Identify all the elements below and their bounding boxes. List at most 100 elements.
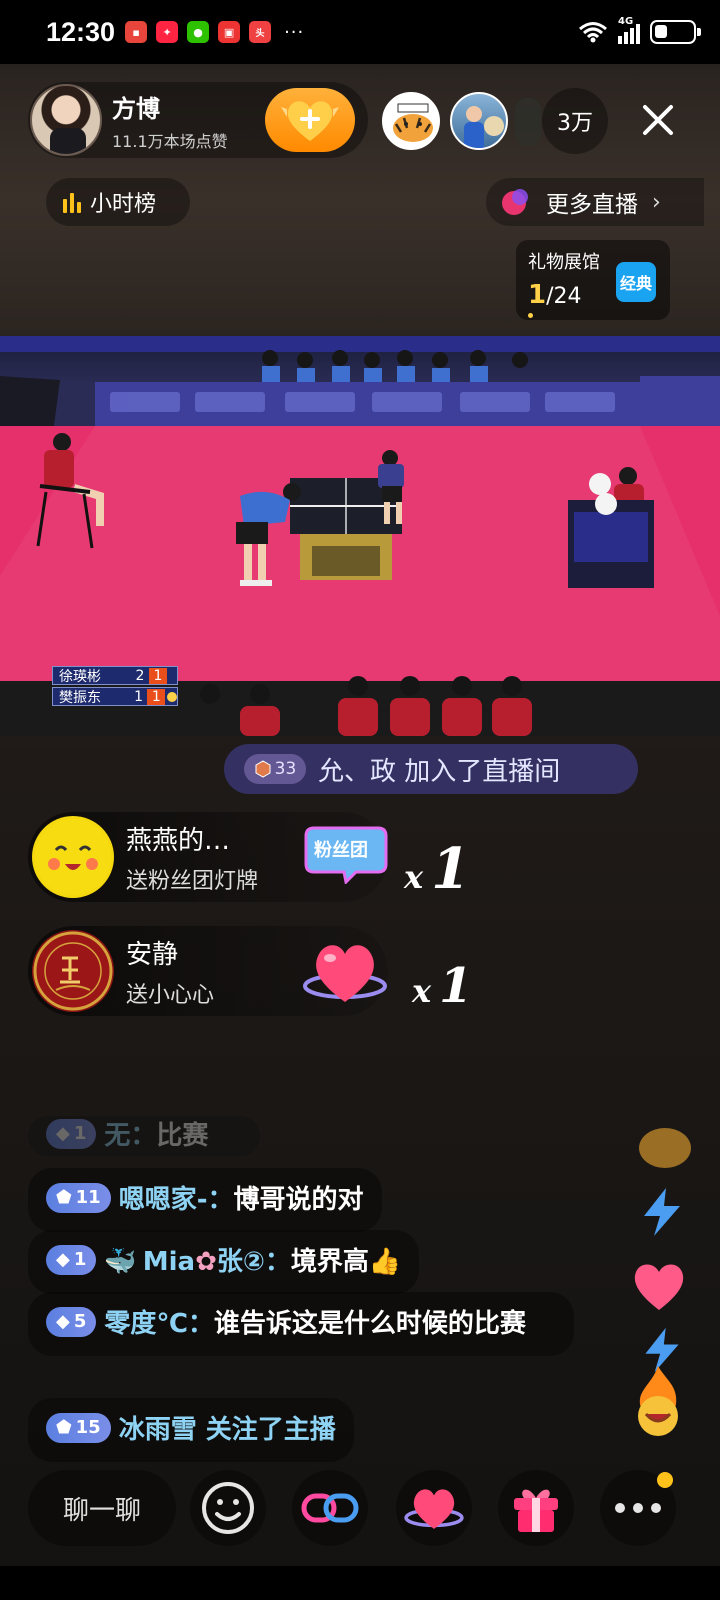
gift-box-icon [514, 1489, 558, 1532]
chat-text: 博哥说的对 [233, 1185, 364, 1215]
fire-emoji-icon [632, 1364, 684, 1444]
system-navigation-bar [0, 1566, 720, 1600]
scoreboard-row: 徐瑛彬 2 1 [52, 666, 178, 685]
battery-icon [650, 20, 701, 44]
user-level-badge: ◆ 1 [46, 1244, 97, 1275]
signal-icon: 4G [618, 16, 640, 44]
gift-count-x: x [404, 858, 424, 896]
close-button[interactable] [634, 96, 682, 144]
smiley-face-icon [202, 1482, 254, 1534]
chat-text: 比赛 [156, 1121, 209, 1151]
wifi-icon [579, 22, 607, 43]
gift-user-avatar[interactable] [32, 930, 114, 1012]
viewer-avatar[interactable] [515, 98, 541, 146]
more-notification-dot [657, 1472, 673, 1488]
xiaohongshu-icon: ✦ [156, 21, 179, 43]
user-level-number: 5 [73, 1310, 87, 1332]
bar-chart-icon [63, 193, 81, 213]
gift-texts: 燕燕的… 送粉丝团灯牌 [126, 820, 258, 895]
join-text: 允、政 加入了直播间 [318, 756, 561, 787]
viewer-count[interactable]: 3万 [542, 88, 608, 154]
user-level-number: 15 [75, 1416, 101, 1438]
gift-user-name: 安静 [126, 939, 179, 970]
diamond-icon: ◆ [56, 1248, 70, 1270]
gift-count-number: 1 [431, 836, 471, 902]
gift-count-x: x [412, 972, 432, 1010]
serve-indicator-icon [167, 691, 177, 702]
host-likes-count: 11.1万本场点赞 [112, 131, 228, 151]
network-type-label: 4G [618, 16, 634, 27]
chat-message[interactable]: ◆ 1 无：比赛 [28, 1116, 260, 1156]
player-points: 1 [149, 667, 167, 684]
user-level-number: 11 [75, 1186, 101, 1208]
host-avatar[interactable] [30, 84, 102, 156]
heart-reaction-icon [630, 1260, 688, 1316]
gift-hall-card[interactable]: 礼物展馆 1/24 经典 [516, 240, 670, 320]
hourly-rank-button[interactable]: 小时榜 [46, 178, 190, 226]
pentagon-icon: ⬟ [56, 1186, 72, 1208]
heart-gift-button[interactable] [396, 1470, 472, 1546]
host-name: 方博 [112, 94, 160, 123]
chat-text: 关注了主播 [196, 1415, 336, 1445]
chat-message[interactable]: ◆ 1 🐳 Mia✿张②：境界高👍 [28, 1230, 420, 1294]
more-dots-icon [615, 1503, 661, 1513]
bottom-bar: 聊一聊 [0, 1462, 720, 1562]
gift-hall-indicator [528, 313, 533, 318]
status-time: 12:30 [46, 16, 116, 47]
chat-user-name-rest: 张②： [216, 1247, 291, 1277]
gift-count: x1 [404, 836, 470, 902]
viewer-avatar[interactable] [382, 92, 440, 150]
fan-club-badge-label: 粉丝团 [314, 840, 368, 861]
small-heart-gift-icon [302, 938, 388, 1006]
fan-club-badge-icon: 粉丝团 [300, 826, 388, 886]
chat-message[interactable]: ⬟ 11 嗯嗯家-：博哥说的对 [28, 1168, 382, 1232]
gift-hall-total: /24 [546, 284, 582, 309]
more-live-button[interactable]: 更多直播 › [486, 178, 704, 226]
flower-emoji-icon: ✿ [195, 1247, 217, 1277]
gift-action: 送粉丝团灯牌 [126, 868, 259, 894]
viewer-avatar[interactable] [450, 92, 508, 150]
gift-user-avatar[interactable] [32, 816, 114, 898]
laughing-emoji-icon [636, 1120, 694, 1174]
scoreboard: 徐瑛彬 2 1 樊振东 1 1 [52, 666, 178, 708]
user-level-number: 1 [73, 1248, 87, 1270]
gift-button[interactable] [498, 1470, 574, 1546]
user-level-badge: ⬟ 11 [46, 1182, 111, 1213]
status-bar: 12:30 ▪ ✦ ● ▣ 头 ··· 4G [0, 0, 720, 64]
chat-user-name: 嗯嗯家-： [118, 1185, 234, 1215]
host-info: 方博 11.1万本场点赞 [112, 89, 228, 152]
pentagon-icon: ⬟ [56, 1416, 72, 1438]
user-level-number: 1 [73, 1122, 87, 1144]
player-points: 1 [147, 688, 166, 705]
gift-hall-current: 1 [528, 280, 547, 310]
more-live-label: 更多直播 [546, 192, 638, 218]
player-name: 樊振东 [59, 689, 101, 706]
classic-badge: 经典 [616, 262, 656, 302]
heart-plus-icon [281, 101, 339, 141]
user-level-badge: ⬟ 15 [46, 1412, 111, 1443]
chat-message[interactable]: ◆ 5 零度℃：谁告诉这是什么时候的比赛 [28, 1292, 574, 1356]
chat-user-name: Mia [142, 1247, 196, 1277]
fan-level-number: 33 [274, 759, 297, 779]
gift-app-icon: ▣ [218, 21, 241, 43]
chat-user-name: 冰雨雪 [118, 1415, 197, 1445]
gift-user-name: 燕燕的… [126, 825, 231, 856]
gift-count-number: 1 [439, 958, 473, 1014]
link-mic-button[interactable] [292, 1470, 368, 1546]
emoji-button[interactable] [190, 1470, 266, 1546]
chat-message[interactable]: ⬟ 15 冰雨雪 关注了主播 [28, 1398, 354, 1462]
diamond-icon: ◆ [56, 1310, 70, 1332]
follow-button[interactable] [265, 88, 355, 152]
gift-count: x1 [412, 958, 472, 1014]
chat-input[interactable]: 聊一聊 [28, 1470, 176, 1546]
close-icon [643, 105, 673, 135]
user-level-badge: ◆ 5 [46, 1306, 97, 1337]
chat-user-name: 无： [104, 1121, 157, 1151]
live-video[interactable]: 徐瑛彬 2 1 樊振东 1 1 [0, 336, 720, 736]
whale-emoji-icon: 🐳 [104, 1247, 137, 1277]
more-notifications-icon: ··· [284, 21, 305, 43]
scoreboard-row: 樊振东 1 1 [52, 687, 178, 706]
chevron-right-icon: › [652, 189, 661, 215]
level-hexagon-icon [255, 760, 271, 778]
heart-gift-icon [404, 1489, 464, 1529]
